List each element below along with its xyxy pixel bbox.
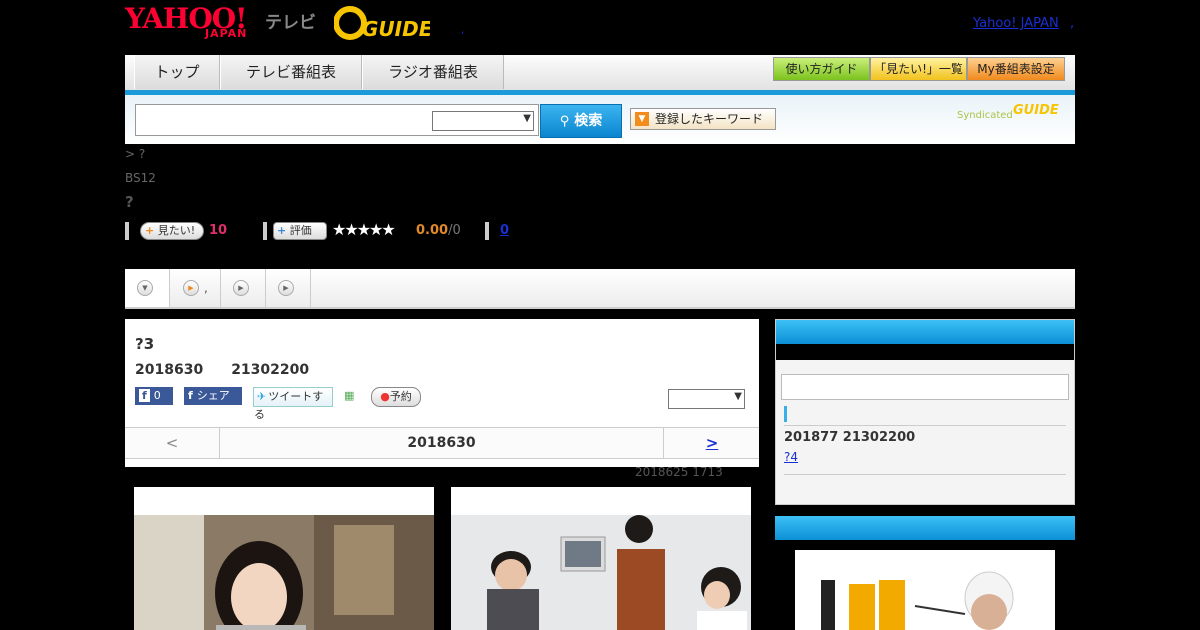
program-title: ?: [125, 193, 134, 211]
arrow-down-icon: ▼: [635, 112, 649, 126]
channel-name: BS12: [125, 171, 156, 185]
date-pager: < 2018630 >: [125, 427, 759, 459]
tab-overview[interactable]: ▼: [125, 269, 170, 307]
stats-divider: [263, 222, 267, 240]
tab-fourth[interactable]: ▶: [266, 269, 311, 307]
search-button[interactable]: ⚲ 検索: [540, 104, 622, 138]
sidebar-search-box[interactable]: [781, 374, 1069, 400]
episode-panel: ?3 2018630 21302200 f0 f シェア ✈ ツイートする ▦ ●予…: [125, 319, 759, 467]
rate-button[interactable]: + 評価: [273, 222, 327, 240]
plus-icon: +: [277, 224, 287, 237]
episode-select[interactable]: ▼: [668, 389, 745, 409]
chevron-down-icon: ▼: [523, 113, 531, 124]
tab-second-label: ,: [204, 281, 208, 295]
search-icon: ⚲: [559, 114, 570, 129]
sidebar-divider: [784, 425, 1066, 426]
stats-divider: [485, 222, 489, 240]
facebook-like-button[interactable]: f0: [135, 387, 173, 405]
review-count-link[interactable]: 0: [500, 223, 509, 238]
rate-button-label: 評価: [289, 224, 312, 237]
updated-timestamp: 2018625 1713: [635, 465, 723, 479]
pager-prev[interactable]: <: [125, 428, 220, 458]
advertisement-banner[interactable]: [795, 550, 1055, 630]
chevron-down-icon: ▼: [137, 280, 153, 296]
nav-tab-radio-listings[interactable]: ラジオ番組表: [362, 55, 504, 89]
next-episode-link[interactable]: ?4: [784, 450, 798, 464]
rating-total: /0: [448, 223, 461, 238]
ad-artwork-image: [795, 550, 1055, 630]
gguide-logo[interactable]: GUIDE: [333, 6, 433, 41]
header-link-separator: ,: [1070, 16, 1075, 31]
mitai-button[interactable]: + 見たい!: [140, 222, 204, 240]
episode-title: ?3: [135, 335, 155, 353]
sidebar-divider: [784, 474, 1066, 475]
pager-current-date: 2018630: [407, 435, 476, 451]
search-bar: ▼ ⚲ 検索 ▼ 登録したキーワード Syndicated GUIDE: [125, 95, 1075, 144]
play-icon: ▶: [183, 280, 199, 296]
rating-value: 0.00: [416, 223, 449, 238]
calendar-add-icon[interactable]: ▦: [344, 387, 358, 405]
mitai-count: 10: [209, 223, 228, 238]
tab-second[interactable]: ▶ ,: [170, 269, 221, 307]
tab-third[interactable]: ▶: [221, 269, 266, 307]
pager-next[interactable]: >: [663, 428, 760, 458]
guide-button[interactable]: 使い方ガイド: [773, 57, 870, 81]
mitai-list-button[interactable]: 「見たい!」一覧: [870, 57, 967, 81]
search-button-label: 検索: [574, 113, 603, 129]
sidebar-accent-bar: [784, 406, 787, 422]
episode-date: 2018630 21302200: [135, 362, 310, 378]
search-category-select[interactable]: ▼: [432, 111, 534, 131]
my-schedule-settings-button[interactable]: My番組表設定: [967, 57, 1065, 81]
breadcrumb: > ?: [125, 147, 146, 161]
reserve-button[interactable]: ●予約: [371, 387, 421, 407]
nav-tab-tv-listings[interactable]: テレビ番組表: [220, 55, 362, 89]
sidebar-subheader: [776, 344, 1074, 360]
syndicated-label: Syndicated: [957, 110, 1013, 121]
plus-icon: +: [145, 224, 155, 237]
record-icon: ●: [380, 390, 390, 403]
episode-photo-1[interactable]: [134, 487, 434, 630]
registered-keywords-button[interactable]: ▼ 登録したキーワード: [630, 108, 776, 130]
mitai-button-label: 見たい!: [157, 224, 196, 237]
photo-woman-image: [134, 515, 434, 630]
next-broadcast-date: 201877 21302200: [784, 430, 916, 445]
program-tabs: ▼ ▶ , ▶ ▶: [125, 269, 1075, 309]
svg-text:GUIDE: GUIDE: [362, 17, 430, 40]
play-icon: ▶: [278, 280, 294, 296]
rating-display: 0.00/0: [416, 223, 461, 238]
nav-tab-top[interactable]: トップ: [134, 55, 220, 89]
header-dot: ,: [461, 25, 465, 36]
twitter-icon: ✈: [257, 390, 267, 403]
reserve-label: 予約: [389, 390, 412, 403]
tweet-button[interactable]: ✈ ツイートする: [253, 387, 333, 421]
sidebar-ad-header: [775, 516, 1075, 540]
registered-keywords-label: 登録したキーワード: [655, 112, 764, 126]
yahoo-japan-link[interactable]: Yahoo! JAPAN: [973, 16, 1059, 31]
episode-photo-2[interactable]: [451, 487, 751, 630]
play-icon: ▶: [233, 280, 249, 296]
facebook-icon: f: [139, 389, 150, 402]
syndicated-gguide-logo: GUIDE: [1013, 103, 1059, 118]
facebook-share-button[interactable]: f シェア: [184, 387, 242, 405]
tv-logo-text[interactable]: テレビ: [265, 8, 316, 33]
photo-office-image: [451, 515, 751, 630]
facebook-like-count: 0: [153, 389, 161, 402]
facebook-share-label: シェア: [196, 389, 230, 402]
sidebar-ad-block: [775, 516, 1075, 630]
japan-logo-text: JAPAN: [205, 27, 248, 40]
stats-divider: [125, 222, 129, 240]
rating-stars: ★★★★★: [332, 220, 396, 239]
sidebar-header: [776, 320, 1074, 344]
sidebar-next-broadcast: 201877 21302200 ?4: [775, 319, 1075, 505]
main-nav: トップ テレビ番組表 ラジオ番組表 使い方ガイド 「見たい!」一覧 My番組表設…: [125, 55, 1075, 95]
facebook-icon: f: [188, 389, 193, 402]
chevron-down-icon: ▼: [734, 391, 742, 402]
